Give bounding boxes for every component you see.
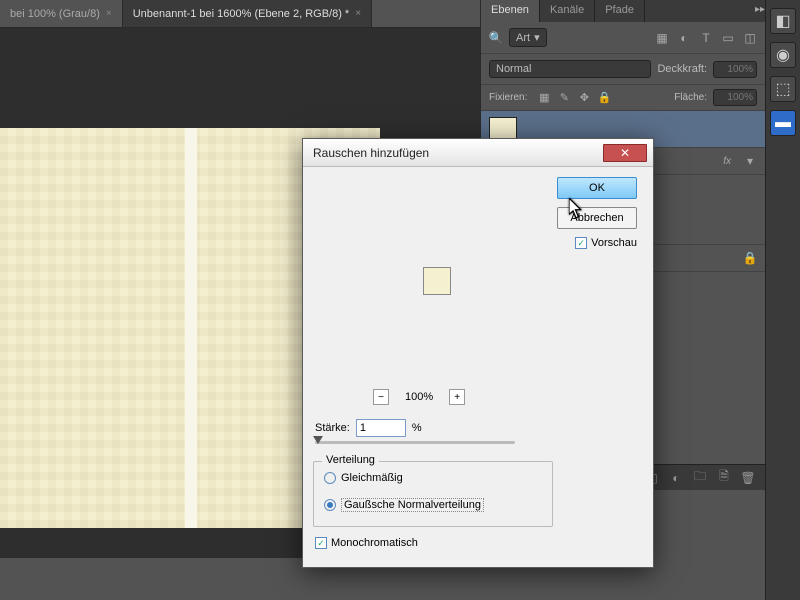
radio-gaussian[interactable]	[324, 499, 336, 511]
fill-input[interactable]: 100%	[713, 89, 757, 106]
radio-uniform[interactable]	[324, 472, 336, 484]
strength-unit: %	[412, 422, 422, 434]
monochrome-label: Monochromatisch	[331, 537, 418, 549]
preview-thumbnail	[423, 267, 451, 295]
radio-gaussian-label: Gaußsche Normalverteilung	[341, 498, 484, 512]
filter-smart-icon[interactable]: ◫	[743, 31, 757, 45]
trash-icon[interactable]: 🗑	[741, 471, 755, 485]
chevron-down-icon: ▾	[534, 31, 540, 44]
preview-checkbox[interactable]: ✓	[575, 237, 587, 249]
add-noise-dialog: Rauschen hinzufügen ✕ OK Abbrechen ✓ Vor…	[302, 138, 654, 568]
tab-paths[interactable]: Pfade	[595, 0, 645, 22]
close-icon[interactable]: ×	[106, 8, 112, 19]
document-tab-1[interactable]: Unbenannt-1 bei 1600% (Ebene 2, RGB/8) *…	[123, 0, 372, 27]
close-icon[interactable]: ×	[355, 8, 361, 19]
lock-pixels-icon[interactable]: ✎	[557, 91, 571, 105]
zoom-percent: 100%	[405, 391, 433, 403]
tab-channels[interactable]: Kanäle	[540, 0, 595, 22]
close-button[interactable]: ✕	[603, 144, 647, 162]
ok-button[interactable]: OK	[557, 177, 637, 199]
distribution-fieldset: Verteilung Gleichmäßig Gaußsche Normalve…	[313, 461, 553, 527]
new-layer-icon[interactable]: 🗎	[717, 471, 731, 485]
radio-uniform-label: Gleichmäßig	[341, 472, 403, 484]
document-tab-0[interactable]: bei 100% (Grau/8) ×	[0, 0, 123, 27]
fx-badge[interactable]: fx	[723, 156, 731, 167]
opacity-label: Deckkraft:	[657, 63, 707, 75]
slider-thumb-icon[interactable]	[313, 436, 323, 444]
dock-layers-icon[interactable]: ◧	[770, 8, 796, 34]
filter-adjust-icon[interactable]: ◐	[677, 31, 691, 45]
dock-history-icon[interactable]: ▬	[770, 110, 796, 136]
zoom-in-button[interactable]: +	[449, 389, 465, 405]
lock-transparency-icon[interactable]: ▦	[537, 91, 551, 105]
filter-type-icon[interactable]: T	[699, 31, 713, 45]
right-dock: ◧ ◉ ⬚ ▬	[765, 0, 800, 600]
zoom-out-button[interactable]: −	[373, 389, 389, 405]
dock-color-icon[interactable]: ◉	[770, 42, 796, 68]
layer-filter-kind-dropdown[interactable]: Art▾	[509, 28, 547, 47]
adjfill-icon[interactable]: ◐	[669, 471, 683, 485]
dialog-titlebar[interactable]: Rauschen hinzufügen ✕	[303, 139, 653, 167]
lock-label: Fixieren:	[489, 92, 527, 103]
blend-mode-dropdown[interactable]: Normal	[489, 60, 651, 78]
distribution-legend: Verteilung	[322, 454, 379, 466]
filter-pixel-icon[interactable]: ▦	[655, 31, 669, 45]
cancel-button[interactable]: Abbrechen	[557, 207, 637, 229]
strength-slider[interactable]	[315, 441, 515, 444]
lock-position-icon[interactable]: ✥	[577, 91, 591, 105]
search-icon: 🔍	[489, 31, 503, 45]
fill-label: Fläche:	[674, 92, 707, 103]
chevron-down-icon[interactable]: ▾	[743, 154, 757, 168]
monochrome-checkbox[interactable]: ✓	[315, 537, 327, 549]
strength-input[interactable]	[356, 419, 406, 437]
strength-label: Stärke:	[315, 422, 350, 434]
panel-collapse-icon[interactable]: ▸▸	[755, 4, 765, 15]
tab-label: bei 100% (Grau/8)	[10, 8, 100, 20]
dock-adjust-icon[interactable]: ⬚	[770, 76, 796, 102]
opacity-input[interactable]: 100%	[713, 61, 757, 78]
lock-all-icon[interactable]: 🔒	[597, 91, 611, 105]
tab-label: Unbenannt-1 bei 1600% (Ebene 2, RGB/8) *	[133, 8, 349, 20]
filter-shape-icon[interactable]: ▭	[721, 31, 735, 45]
tab-layers[interactable]: Ebenen	[481, 0, 540, 22]
group-icon[interactable]: 🗀	[693, 471, 707, 485]
preview-label: Vorschau	[591, 237, 637, 249]
lock-icon: 🔒	[743, 251, 757, 265]
dialog-title: Rauschen hinzufügen	[313, 146, 429, 160]
